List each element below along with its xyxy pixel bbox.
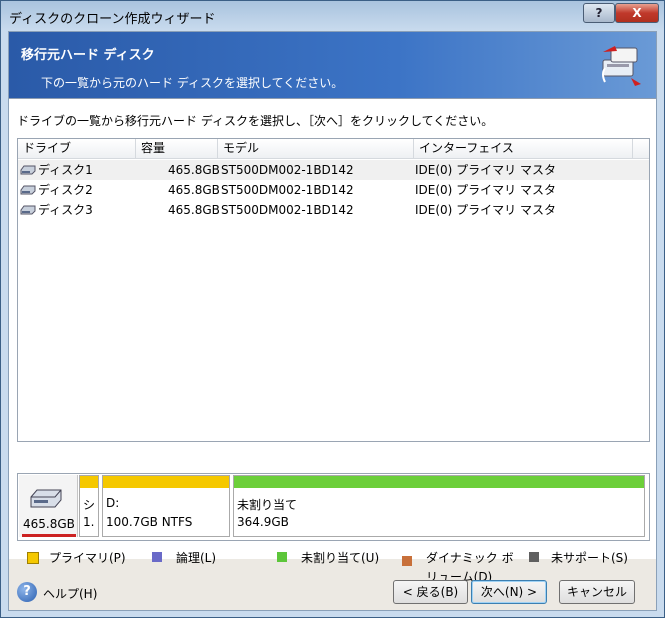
legend-unsupported: 未サポート(S) [551,551,628,565]
header-banner: 移行元ハード ディスク 下の一覧から元のハード ディスクを選択してください。 [9,32,656,98]
hard-disk-icon [20,205,36,215]
legend-logical: 論理(L) [176,551,217,565]
legend-swatch-primary [27,552,39,564]
row-interface: IDE(0) プライマリ マスタ [415,163,556,177]
content-area: ドライブの一覧から移行元ハード ディスクを選択し、［次へ］をクリックしてください… [9,99,656,559]
column-capacity[interactable]: 容量 [136,139,218,158]
partition-bar [103,476,229,488]
disk-list-header: ドライブ 容量 モデル インターフェイス [18,139,649,159]
row-model: ST500DM002-1BD142 [221,203,354,217]
wizard-window: ディスクのクローン作成ウィザード ? X 移行元ハード ディスク 下の一覧から元… [0,0,665,618]
disk-map-drive[interactable]: 465.8GB [19,475,78,537]
help-icon[interactable]: ? [17,582,37,602]
title-close-button[interactable]: X [615,3,659,23]
selected-disk-indicator [22,534,76,537]
row-capacity: 465.8GB [168,203,220,217]
instruction-text: ドライブの一覧から移行元ハード ディスクを選択し、［次へ］をクリックしてください… [17,114,494,128]
row-drive: ディスク3 [38,203,93,217]
partition-system[interactable]: シ 1. [79,475,99,537]
partition-label: シ [83,498,96,512]
page-subtitle: 下の一覧から元のハード ディスクを選択してください。 [41,76,344,90]
row-drive: ディスク2 [38,183,93,197]
column-drive[interactable]: ドライブ [18,139,136,158]
row-capacity: 465.8GB [168,163,220,177]
partition-size: 1. [83,515,95,529]
legend-unallocated: 未割り当て(U) [301,551,380,565]
disk-clone-icon [602,46,641,86]
table-row[interactable]: ディスク2 465.8GB ST500DM002-1BD142 IDE(0) プ… [18,180,649,200]
hard-disk-icon [20,185,36,195]
page-title: 移行元ハード ディスク [21,48,155,63]
row-drive: ディスク1 [38,163,93,177]
back-button[interactable]: < 戻る(B) [393,580,468,604]
partition-d[interactable]: D: 100.7GB NTFS [102,475,230,537]
table-row[interactable]: ディスク3 465.8GB ST500DM002-1BD142 IDE(0) プ… [18,200,649,220]
window-title: ディスクのクローン作成ウィザード [9,12,216,27]
legend-dynamic: ダイナミック ボ [426,551,514,565]
column-interface[interactable]: インターフェイス [414,139,633,158]
wizard-client: 移行元ハード ディスク 下の一覧から元のハード ディスクを選択してください。 ド… [8,31,657,611]
row-interface: IDE(0) プライマリ マスタ [415,203,556,217]
partition-size: 364.9GB [237,515,289,529]
legend-swatch-logical [152,552,162,562]
row-model: ST500DM002-1BD142 [221,183,354,197]
row-capacity: 465.8GB [168,183,220,197]
title-bar[interactable]: ディスクのクローン作成ウィザード ? X [1,1,664,31]
row-model: ST500DM002-1BD142 [221,163,354,177]
legend-swatch-unallocated [277,552,287,562]
legend-swatch-dynamic [402,556,412,566]
partition-size: 100.7GB NTFS [106,515,193,529]
partition-label: D: [106,496,120,510]
disk-list[interactable]: ドライブ 容量 モデル インターフェイス ディスク1 465.8GB ST500… [17,138,650,442]
partition-map[interactable]: 465.8GB シ 1. D: 100.7GB NTFS 未割り当て 364.9… [17,473,650,541]
title-help-button[interactable]: ? [583,3,615,23]
hard-disk-icon [20,165,36,175]
disk-size-label: 465.8GB [23,517,75,531]
partition-bar [80,476,98,488]
legend-primary: プライマリ(P) [49,551,126,565]
cancel-button[interactable]: キャンセル [559,580,635,604]
column-model[interactable]: モデル [218,139,414,158]
partition-unallocated[interactable]: 未割り当て 364.9GB [233,475,645,537]
table-row[interactable]: ディスク1 465.8GB ST500DM002-1BD142 IDE(0) プ… [18,160,649,180]
partition-label: 未割り当て [237,498,298,512]
partition-bar [234,476,644,488]
help-link[interactable]: ヘルプ(H) [43,585,97,602]
hard-disk-icon [30,489,62,508]
legend-swatch-unsupported [529,552,539,562]
row-interface: IDE(0) プライマリ マスタ [415,183,556,197]
next-button[interactable]: 次へ(N) > [471,580,547,604]
